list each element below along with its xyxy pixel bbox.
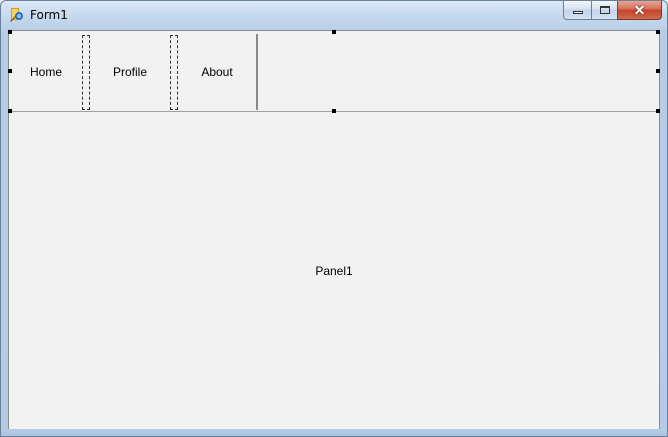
close-icon: ✕ <box>633 2 646 18</box>
close-button[interactable]: ✕ <box>617 1 662 20</box>
resize-handle-top-center[interactable] <box>332 30 336 34</box>
home-button[interactable]: Home <box>10 34 82 110</box>
maximize-icon <box>600 6 610 14</box>
main-panel[interactable]: Panel1 <box>9 112 659 429</box>
window-bottom-border <box>1 429 667 436</box>
profile-button[interactable]: Profile <box>90 34 170 110</box>
window-title: Form1 <box>30 8 68 22</box>
splitter-2[interactable] <box>170 35 178 110</box>
about-button[interactable]: About <box>178 34 258 110</box>
minimize-icon <box>573 11 583 14</box>
caption-buttons: ✕ <box>563 1 662 21</box>
resize-handle-middle-right[interactable] <box>656 69 660 73</box>
title-bar[interactable]: Form1 ✕ <box>1 1 667 29</box>
top-panel[interactable]: Home Profile About <box>8 30 660 113</box>
resize-handle-top-right[interactable] <box>656 30 660 34</box>
panel-caption: Panel1 <box>315 263 353 278</box>
maximize-button[interactable] <box>591 1 617 20</box>
splitter-1[interactable] <box>82 35 90 110</box>
resize-handle-middle-left[interactable] <box>8 69 12 73</box>
minimize-button[interactable] <box>563 1 591 20</box>
form-client-area: Home Profile About Panel1 <box>8 30 660 430</box>
form-window: Form1 ✕ Home Profile About Panel1 <box>0 0 668 437</box>
resize-handle-top-left[interactable] <box>8 30 12 34</box>
delphi-app-icon <box>10 8 23 22</box>
